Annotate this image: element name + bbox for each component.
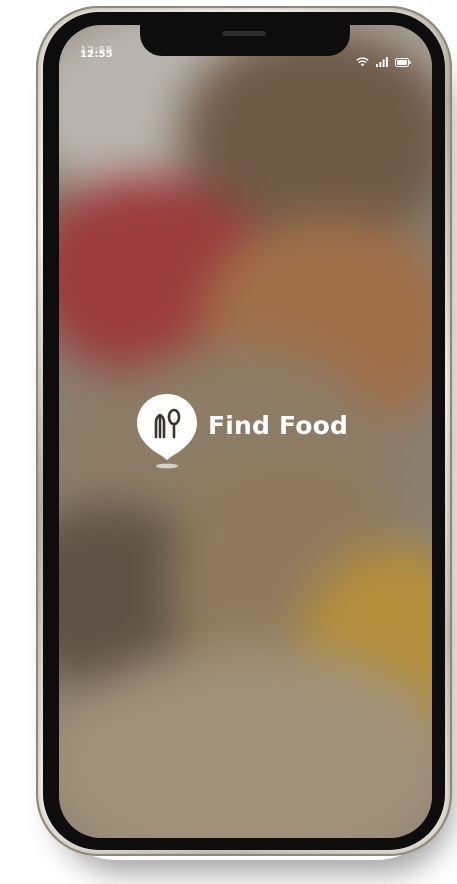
status-time: 12:55 (80, 49, 113, 60)
notch (140, 24, 350, 56)
status-icons (356, 52, 411, 71)
cellular-signal-icon (376, 52, 388, 71)
wifi-icon (356, 52, 369, 71)
earpiece-speaker (222, 31, 266, 36)
map-pin-fork-spoon-icon (136, 392, 198, 470)
battery-icon (395, 52, 411, 71)
device-mockup: 12:55 Find Food (0, 0, 457, 884)
app-logo-lockup: Find Food (136, 392, 348, 470)
app-name: Find Food (208, 410, 349, 440)
